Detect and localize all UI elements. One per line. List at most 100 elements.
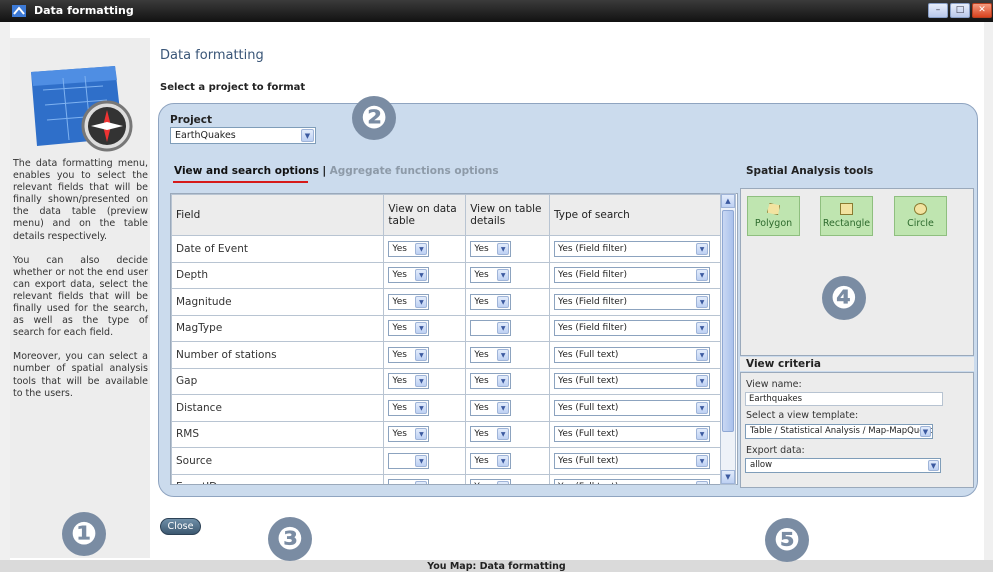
type-of-search-select[interactable]: Yes (Full text) ▼ — [554, 452, 711, 469]
project-select[interactable]: EarthQuakes ▼ — [170, 127, 316, 144]
polygon-icon — [767, 203, 780, 215]
polygon-label: Polygon — [754, 218, 793, 229]
view-on-data-table-select[interactable]: Yes ▼ — [388, 240, 430, 257]
chevron-down-icon: ▼ — [928, 460, 939, 471]
table-row: Source ▼ Yes ▼ Yes (Full text) ▼ — [171, 447, 721, 475]
type-of-search-select[interactable]: Yes (Field filter) ▼ — [554, 240, 711, 257]
view-name-input[interactable]: Earthquakes — [745, 392, 943, 406]
table-row: Distance Yes ▼ Yes ▼ Yes (Full text) ▼ — [171, 394, 721, 422]
view-on-data-table-select[interactable]: ▼ — [388, 452, 430, 469]
close-window-button[interactable]: ✕ — [972, 3, 992, 18]
chevron-down-icon: ▼ — [696, 428, 709, 441]
type-of-search-select[interactable]: Yes (Field filter) ▼ — [554, 267, 711, 284]
export-select[interactable]: allow ▼ — [745, 458, 941, 473]
view-on-data-table-cell: ▼ — [383, 447, 467, 475]
type-of-search-select[interactable]: Yes (Full text) ▼ — [554, 479, 711, 484]
chevron-down-icon: ▼ — [696, 295, 709, 308]
view-on-data-table-select[interactable]: Yes ▼ — [388, 293, 430, 310]
view-on-table-details-value: Yes — [474, 376, 489, 387]
type-of-search-value: Yes (Field filter) — [558, 323, 627, 334]
chevron-down-icon: ▼ — [497, 322, 510, 335]
view-on-data-table-select[interactable]: ▼ — [388, 479, 430, 484]
type-of-search-select[interactable]: Yes (Full text) ▼ — [554, 426, 711, 443]
project-label: Project — [170, 114, 213, 126]
tab-view-search-options[interactable]: View and search options — [174, 165, 319, 177]
view-on-data-table-select[interactable]: Yes ▼ — [388, 426, 430, 443]
type-of-search-select[interactable]: Yes (Full text) ▼ — [554, 373, 711, 390]
view-on-table-details-cell: Yes ▼ — [465, 473, 551, 484]
view-on-table-details-select[interactable]: Yes ▼ — [470, 426, 512, 443]
table-header-row: Field View on data table View on table d… — [171, 194, 721, 236]
view-on-data-table-select[interactable]: Yes ▼ — [388, 346, 430, 363]
chevron-down-icon: ▼ — [696, 481, 709, 484]
type-of-search-select[interactable]: Yes (Full text) ▼ — [554, 399, 711, 416]
view-on-data-table-value: Yes — [392, 402, 407, 413]
type-of-search-cell: Yes (Full text) ▼ — [549, 420, 721, 448]
table-row: Depth Yes ▼ Yes ▼ Yes (Field filter) ▼ — [171, 261, 721, 289]
view-on-table-details-select[interactable]: Yes ▼ — [470, 293, 512, 310]
table-row: Magnitude Yes ▼ Yes ▼ Yes (Field filter) ▼ — [171, 288, 721, 316]
view-on-data-table-select[interactable]: Yes ▼ — [388, 399, 430, 416]
view-on-table-details-select[interactable]: Yes ▼ — [470, 346, 512, 363]
field-name-cell: MagType — [171, 314, 385, 342]
active-tab-underline — [173, 181, 308, 183]
view-on-table-details-cell: ▼ — [465, 314, 551, 342]
scroll-thumb[interactable] — [722, 210, 734, 432]
view-on-table-details-value: Yes — [474, 455, 489, 466]
section-title: Select a project to format — [160, 82, 306, 93]
view-on-data-table-cell: Yes ▼ — [383, 288, 467, 316]
view-on-table-details-select[interactable]: Yes ▼ — [470, 479, 512, 484]
options-tabs: View and search options | Aggregate func… — [174, 165, 499, 177]
chevron-down-icon: ▼ — [415, 454, 428, 467]
view-on-table-details-value: Yes — [474, 243, 489, 254]
polygon-tool-button[interactable]: Polygon — [747, 196, 800, 236]
view-on-data-table-select[interactable]: Yes ▼ — [388, 373, 430, 390]
maximize-button[interactable]: □ — [950, 3, 970, 18]
view-on-table-details-select[interactable]: Yes ▼ — [470, 267, 512, 284]
rectangle-tool-button[interactable]: Rectangle — [820, 196, 873, 236]
view-on-data-table-cell: Yes ▼ — [383, 261, 467, 289]
tab-aggregate-functions-options[interactable]: Aggregate functions options — [330, 165, 499, 177]
minimize-button[interactable]: – — [928, 3, 948, 18]
type-of-search-value: Yes (Full text) — [558, 429, 619, 440]
table-row: MagType Yes ▼ ▼ Yes (Field filter) ▼ — [171, 314, 721, 342]
chevron-down-icon: ▼ — [497, 481, 510, 484]
scroll-up-icon[interactable]: ▲ — [721, 194, 735, 208]
circle-tool-button[interactable]: Circle — [894, 196, 947, 236]
type-of-search-cell: Yes (Full text) ▼ — [549, 394, 721, 422]
chevron-down-icon: ▼ — [415, 348, 428, 361]
type-of-search-select[interactable]: Yes (Field filter) ▼ — [554, 293, 711, 310]
type-of-search-value: Yes (Field filter) — [558, 296, 627, 307]
type-of-search-select[interactable]: Yes (Field filter) ▼ — [554, 320, 711, 337]
field-name-cell: Source — [171, 447, 385, 475]
table-scrollbar[interactable]: ▲ ▼ — [720, 193, 736, 485]
view-on-table-details-value: Yes — [474, 482, 489, 484]
view-on-data-table-select[interactable]: Yes ▼ — [388, 320, 430, 337]
field-name-cell: Depth — [171, 261, 385, 289]
view-on-table-details-select[interactable]: Yes ▼ — [470, 240, 512, 257]
field-name-cell: Number of stations — [171, 341, 385, 369]
type-of-search-value: Yes (Field filter) — [558, 243, 627, 254]
view-on-table-details-select[interactable]: Yes ▼ — [470, 373, 512, 390]
view-on-data-table-value: Yes — [392, 270, 407, 281]
view-on-table-details-select[interactable]: Yes ▼ — [470, 399, 512, 416]
template-label: Select a view template: — [746, 410, 859, 421]
field-name-cell: Date of Event — [171, 235, 385, 263]
header-type-of-search: Type of search — [549, 194, 721, 236]
type-of-search-value: Yes (Full text) — [558, 402, 619, 413]
view-on-table-details-select[interactable]: ▼ — [470, 320, 512, 337]
close-button[interactable]: Close — [160, 518, 201, 535]
view-on-data-table-select[interactable]: Yes ▼ — [388, 267, 430, 284]
view-on-table-details-value: Yes — [474, 402, 489, 413]
chevron-down-icon: ▼ — [497, 295, 510, 308]
template-select[interactable]: Table / Statistical Analysis / Map-MapQu… — [745, 424, 933, 439]
type-of-search-select[interactable]: Yes (Full text) ▼ — [554, 346, 711, 363]
template-select-value: Table / Statistical Analysis / Map-MapQu… — [750, 426, 933, 436]
scroll-down-icon[interactable]: ▼ — [721, 470, 735, 484]
step-badge-2: ❷ — [352, 96, 396, 140]
type-of-search-value: Yes (Field filter) — [558, 270, 627, 281]
chevron-down-icon: ▼ — [497, 269, 510, 282]
view-on-table-details-select[interactable]: Yes ▼ — [470, 452, 512, 469]
step-badge-4: ❹ — [822, 276, 866, 320]
header-view-table-details: View on table details — [465, 194, 551, 236]
